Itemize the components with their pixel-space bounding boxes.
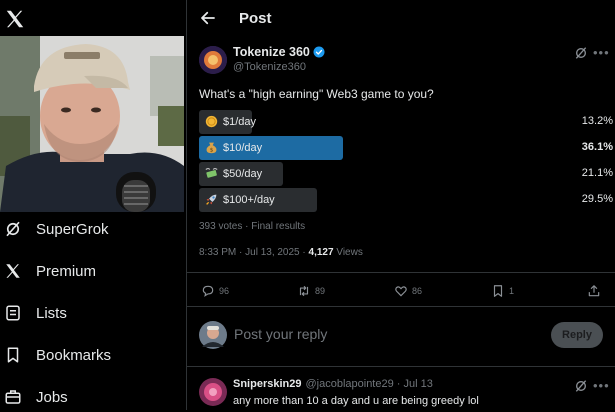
poll-option-text: $100+/day: [223, 193, 275, 206]
sidebar-item-jobs[interactable]: Jobs: [4, 382, 68, 412]
poll-option-label: $1/day: [205, 115, 256, 128]
money-bag-icon: $: [206, 142, 217, 154]
post-meta: 8:33 PM · Jul 13, 2025 · 4,127 Views: [199, 247, 363, 258]
view-count: 4,127: [308, 247, 334, 258]
flying-money-icon: [205, 168, 218, 178]
bookmark-icon: [493, 285, 503, 297]
poll-option: $50/day 21.1%: [199, 162, 613, 186]
grok-icon[interactable]: [573, 378, 589, 394]
reply-button[interactable]: 96: [201, 284, 229, 298]
like-button[interactable]: 86: [394, 284, 422, 298]
comment-header: Sniperskin29 @jacoblapointe29 · Jul 13: [233, 378, 433, 390]
poll-option-label: $50/day: [205, 167, 262, 180]
coin-icon: [205, 115, 218, 128]
divider: [187, 272, 615, 273]
left-sidebar: SuperGrok Premium Lists Bookmarks Jobs: [0, 0, 186, 410]
reply-icon: [202, 285, 214, 297]
bookmark-count: 1: [509, 286, 515, 296]
heart-icon: [395, 286, 407, 297]
reply-input[interactable]: Post your reply: [234, 326, 327, 342]
author-name[interactable]: Tokenize 360: [233, 45, 325, 59]
comment-text: any more than 10 a day and u are being g…: [233, 395, 479, 407]
x-logo-icon: [4, 262, 22, 280]
sidebar-item-bookmarks[interactable]: Bookmarks: [4, 340, 111, 370]
poll-option-text: $1/day: [223, 115, 257, 128]
rocket-icon: [206, 194, 217, 205]
reply-submit-button[interactable]: Reply: [551, 322, 603, 348]
poll-option-text: $10/day: [223, 141, 263, 154]
more-options-icon[interactable]: •••: [593, 45, 610, 60]
share-icon: [588, 285, 600, 297]
sidebar-item-label: Bookmarks: [36, 346, 112, 364]
bookmark-button[interactable]: 1: [491, 284, 514, 298]
divider: [187, 306, 615, 307]
post-header: Post: [187, 0, 615, 36]
sidebar-item-label: Jobs: [36, 388, 68, 406]
svg-text:$: $: [210, 148, 214, 154]
sidebar-item-label: Premium: [36, 262, 97, 280]
post-detail-column: Post Tokenize 360 @Tokenize360 ••• What'…: [187, 0, 615, 410]
poll-option-text: $50/day: [223, 167, 263, 180]
poll-option: $1/day 13.2%: [199, 110, 613, 134]
poll-option: $ $10/day 36.1%: [199, 136, 613, 160]
divider: [187, 366, 615, 367]
repost-button[interactable]: 89: [297, 284, 325, 298]
list-icon: [4, 304, 22, 322]
post-timestamp[interactable]: 8:33 PM · Jul 13, 2025 ·: [199, 247, 309, 258]
poll-percent: 29.5%: [581, 193, 613, 205]
bookmark-icon: [4, 346, 22, 364]
more-options-icon[interactable]: •••: [593, 378, 610, 393]
avatar[interactable]: [199, 321, 227, 349]
grok-icon[interactable]: [573, 45, 589, 61]
poll-summary: 393 votes · Final results: [199, 221, 306, 232]
back-arrow-icon[interactable]: [199, 9, 217, 27]
x-logo-icon[interactable]: [4, 8, 26, 30]
author-handle[interactable]: @Tokenize360: [233, 61, 306, 73]
verified-badge-icon: [313, 46, 325, 58]
repost-icon: [299, 285, 309, 297]
commenter-name[interactable]: Sniperskin29: [233, 378, 301, 390]
author-avatar[interactable]: [199, 46, 227, 74]
poll-option: $100+/day 29.5%: [199, 188, 613, 212]
sidebar-item-label: SuperGrok: [36, 220, 109, 238]
poll-option-label: $100+/day: [205, 193, 275, 206]
page-title: Post: [239, 10, 272, 27]
poll-percent: 21.1%: [581, 167, 613, 179]
sidebar-item-label: Lists: [36, 304, 67, 322]
webcam-overlay: [0, 36, 184, 212]
commenter-avatar[interactable]: [199, 378, 227, 406]
poll-percent: 13.2%: [581, 115, 613, 127]
repost-count: 89: [315, 286, 326, 296]
like-count: 86: [412, 286, 423, 296]
post-text: What's a "high earning" Web3 game to you…: [199, 87, 434, 101]
share-button[interactable]: [587, 284, 605, 298]
sidebar-item-lists[interactable]: Lists: [4, 298, 67, 328]
reply-count: 96: [219, 286, 230, 296]
commenter-meta: @jacoblapointe29 · Jul 13: [305, 378, 433, 390]
grok-icon: [4, 220, 22, 238]
view-label: Views: [333, 247, 363, 258]
author-name-text[interactable]: Tokenize 360: [233, 45, 310, 59]
poll-option-label: $ $10/day: [205, 141, 262, 154]
sidebar-item-supergrok[interactable]: SuperGrok: [4, 214, 109, 244]
sidebar-item-premium[interactable]: Premium: [4, 256, 96, 286]
poll-percent: 36.1%: [581, 141, 613, 153]
briefcase-icon: [4, 388, 22, 406]
